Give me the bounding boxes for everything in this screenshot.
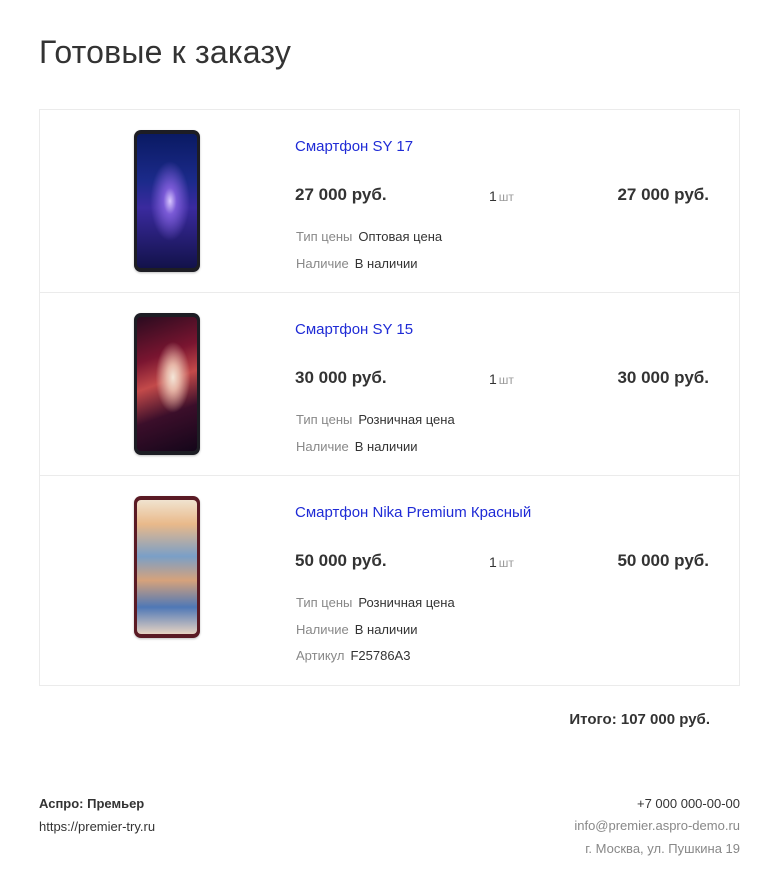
prop-value: В наличии (354, 621, 418, 637)
unit-price: 50 000 руб. (295, 551, 387, 570)
prop-value: Розничная цена (358, 412, 455, 427)
prop-value: Оптовая цена (358, 229, 443, 244)
company-name: Аспро: Премьер (39, 796, 145, 811)
product-name-link[interactable]: Смартфон SY 15 (295, 321, 413, 338)
prop-value: В наличии (354, 255, 418, 271)
prop-row: Тип цены Оптовая цена (296, 228, 442, 255)
product-image[interactable] (134, 313, 200, 455)
prop-value: Розничная цена (358, 595, 455, 610)
quantity-unit: шт (498, 373, 514, 387)
line-total: 27 000 руб. (617, 185, 709, 204)
quantity-value: 1 (489, 554, 497, 570)
prop-label: Наличие (296, 255, 349, 271)
prop-value: В наличии (354, 438, 418, 454)
prop-label: Наличие (296, 621, 349, 637)
prop-row: Наличие В наличии (296, 255, 442, 282)
quantity: 1 шт (489, 554, 514, 570)
prop-row: Наличие В наличии (296, 438, 455, 465)
footer-contacts: +7 000 000-00-00 info@premier.aspro-demo… (574, 796, 740, 856)
product-name-link[interactable]: Смартфон Nika Premium Красный (295, 504, 531, 521)
product-name-link[interactable]: Смартфон SY 17 (295, 138, 413, 155)
prop-row: Артикул F25786A3 (296, 647, 455, 674)
prop-label: Наличие (296, 438, 349, 454)
line-total: 50 000 руб. (617, 551, 709, 570)
prop-value: F25786A3 (350, 648, 411, 663)
product-props: Тип цены Розничная цена Наличие В наличии (296, 411, 455, 464)
product-image[interactable] (134, 496, 200, 638)
order-list: Смартфон SY 17 27 000 руб. 1 шт 27 000 ру… (39, 109, 740, 686)
prop-label: Артикул (296, 648, 345, 663)
product-props: Тип цены Розничная цена Наличие В наличии … (296, 594, 455, 674)
prop-row: Тип цены Розничная цена (296, 411, 455, 438)
prop-row: Наличие В наличии (296, 621, 455, 648)
product-image[interactable] (134, 130, 200, 272)
page-title: Готовые к заказу (39, 34, 292, 70)
site-link[interactable]: https://premier-try.ru (39, 819, 155, 834)
prop-label: Тип цены (296, 595, 353, 610)
quantity-value: 1 (489, 371, 497, 387)
email-link[interactable]: info@premier.aspro-demo.ru (574, 818, 740, 833)
unit-price: 30 000 руб. (295, 368, 387, 387)
prop-row: Тип цены Розничная цена (296, 594, 455, 621)
unit-price: 27 000 руб. (295, 185, 387, 204)
address: г. Москва, ул. Пушкина 19 (585, 841, 740, 856)
prop-label: Тип цены (296, 229, 353, 244)
quantity: 1 шт (489, 371, 514, 387)
phone-link[interactable]: +7 000 000-00-00 (574, 796, 740, 811)
quantity-value: 1 (489, 188, 497, 204)
quantity-unit: шт (498, 556, 514, 570)
order-total: Итого: 107 000 руб. (569, 711, 710, 728)
line-total: 30 000 руб. (617, 368, 709, 387)
order-item: Смартфон SY 15 30 000 руб. 1 шт 30 000 ру… (40, 293, 739, 476)
quantity-unit: шт (498, 190, 514, 204)
product-props: Тип цены Оптовая цена Наличие В наличии (296, 228, 442, 281)
order-item: Смартфон Nika Premium Красный 50 000 руб… (40, 476, 739, 685)
prop-label: Тип цены (296, 412, 353, 427)
footer-company-info: Аспро: Премьер https://premier-try.ru (39, 796, 155, 834)
quantity: 1 шт (489, 188, 514, 204)
order-item: Смартфон SY 17 27 000 руб. 1 шт 27 000 ру… (40, 110, 739, 293)
